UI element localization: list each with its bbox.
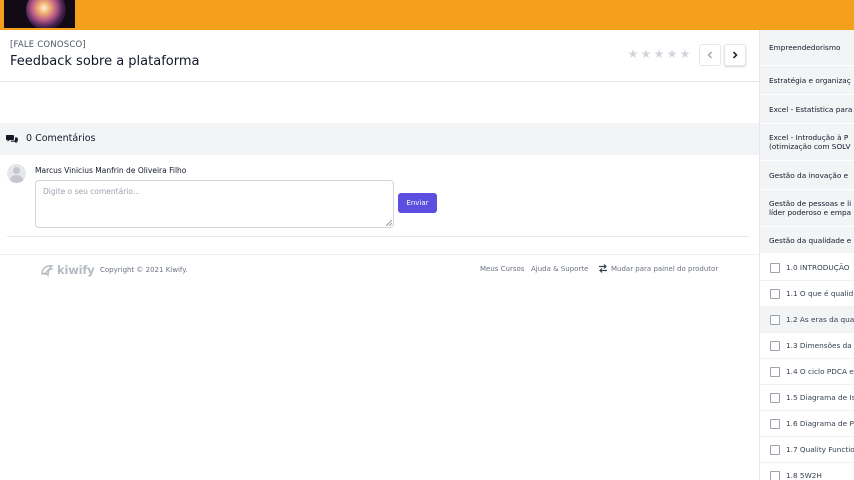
lesson-item[interactable]: 1.0 INTRODUÇÃO — [760, 255, 854, 281]
footer-link-help-support[interactable]: Ajuda & Suporte — [531, 265, 588, 273]
star-icon[interactable]: ★ — [640, 48, 652, 60]
sidebar-module[interactable]: Empreendedorismo — [760, 30, 854, 66]
section-kicker: [FALE CONOSCO] — [10, 40, 86, 50]
course-logo[interactable] — [4, 0, 75, 28]
module-label: Empreendedorismo — [769, 43, 841, 52]
lesson-label: 1.4 O ciclo PDCA e — [786, 367, 854, 376]
footer-logo[interactable]: kiwify — [40, 263, 95, 277]
send-comment-button[interactable]: Enviar — [398, 193, 437, 213]
resize-handle-icon[interactable] — [386, 220, 392, 226]
lesson-checkbox[interactable] — [770, 470, 780, 480]
sidebar-module[interactable]: Gestão de pessoas e li líder poderoso e … — [760, 190, 854, 227]
lesson-label: 1.0 INTRODUÇÃO — [786, 263, 850, 272]
module-label: Gestão de pessoas e li líder poderoso e … — [769, 199, 852, 217]
module-label: Excel - Estatística para — [769, 104, 853, 114]
avatar-body — [10, 175, 23, 183]
divider — [7, 236, 749, 237]
copyright-text: Copyright © 2021 Kiwify. — [100, 266, 188, 274]
kiwify-logo-icon — [41, 264, 54, 277]
lesson-checkbox[interactable] — [770, 392, 780, 403]
lesson-label: 1.3 Dimensões da — [786, 341, 852, 350]
sidebar-module[interactable]: Gestão da inovação e — [760, 161, 854, 190]
lesson-label: 1.7 Quality Functio — [786, 445, 854, 454]
previous-lesson-button[interactable] — [699, 44, 721, 66]
switch-arrows-icon[interactable] — [598, 263, 608, 274]
sidebar-module[interactable]: Excel - Introdução à P (otimização com S… — [760, 124, 854, 161]
module-label: Gestão da qualidade e — [769, 235, 852, 245]
lesson-item-current[interactable]: 1.2 As eras da qua — [760, 307, 854, 333]
lesson-label: 1.5 Diagrama de Is — [786, 393, 854, 402]
top-bar — [0, 0, 854, 30]
lesson-checkbox[interactable] — [770, 366, 780, 377]
lesson-item[interactable]: 1.5 Diagrama de Is — [760, 385, 854, 411]
footer-link-my-courses[interactable]: Meus Cursos — [480, 265, 524, 273]
lesson-item[interactable]: 1.4 O ciclo PDCA e — [760, 359, 854, 385]
chevron-left-icon — [707, 51, 712, 59]
divider — [0, 254, 759, 255]
lesson-item[interactable]: 1.3 Dimensões da — [760, 333, 854, 359]
lesson-checkbox[interactable] — [770, 288, 780, 299]
comments-count: 0 Comentários — [26, 133, 96, 144]
lesson-checkbox[interactable] — [770, 340, 780, 351]
lesson-item[interactable]: 1.7 Quality Functio — [760, 437, 854, 463]
star-icon[interactable]: ★ — [627, 48, 639, 60]
lesson-checkbox[interactable] — [770, 418, 780, 429]
star-icon[interactable]: ★ — [653, 48, 665, 60]
module-label: Gestão da inovação e — [769, 170, 849, 180]
avatar — [7, 164, 26, 183]
page-title: Feedback sobre a plataforma — [10, 54, 200, 69]
rating-stars[interactable]: ★ ★ ★ ★ ★ — [627, 48, 691, 60]
sidebar-module-active[interactable]: Gestão da qualidade e — [760, 227, 854, 254]
chevron-right-icon — [732, 51, 738, 59]
sidebar-module[interactable]: Excel - Estatística para — [760, 95, 854, 124]
logo-orb-image — [26, 0, 66, 28]
lesson-label: 1.6 Diagrama de P — [786, 419, 854, 428]
next-lesson-button[interactable] — [724, 44, 746, 66]
footer-logo-text: kiwify — [57, 263, 95, 277]
comment-input[interactable]: Digite o seu comentário... — [35, 180, 394, 228]
user-name: Marcus Vinicius Manfrin de Oliveira Filh… — [35, 166, 187, 175]
main-content: [FALE CONOSCO] Feedback sobre a platafor… — [0, 30, 759, 480]
lesson-label: 1.2 As eras da qua — [786, 315, 854, 324]
lesson-label: 1.8 5W2H — [786, 471, 822, 480]
comments-header: 0 Comentários — [0, 123, 759, 155]
star-icon[interactable]: ★ — [679, 48, 691, 60]
sidebar-module[interactable]: Estratégia e organizaç — [760, 66, 854, 95]
lesson-item[interactable]: 1.6 Diagrama de P — [760, 411, 854, 437]
divider — [0, 81, 759, 82]
lesson-checkbox[interactable] — [770, 314, 780, 325]
lesson-checkbox[interactable] — [770, 262, 780, 273]
lesson-checkbox[interactable] — [770, 444, 780, 455]
avatar-head — [13, 167, 20, 174]
comments-icon — [6, 135, 18, 144]
course-sidebar: Empreendedorismo Estratégia e organizaç … — [759, 30, 854, 480]
lesson-item[interactable]: 1.1 O que é qualid — [760, 281, 854, 307]
comment-placeholder: Digite o seu comentário... — [43, 187, 140, 196]
footer-link-producer-panel[interactable]: Mudar para painel do produtor — [611, 265, 718, 273]
lesson-item[interactable]: 1.8 5W2H — [760, 463, 854, 480]
module-label: Estratégia e organizaç — [769, 75, 851, 85]
lesson-label: 1.1 O que é qualid — [786, 289, 854, 298]
module-label: Excel - Introdução à P (otimização com S… — [769, 133, 851, 151]
star-icon[interactable]: ★ — [666, 48, 678, 60]
